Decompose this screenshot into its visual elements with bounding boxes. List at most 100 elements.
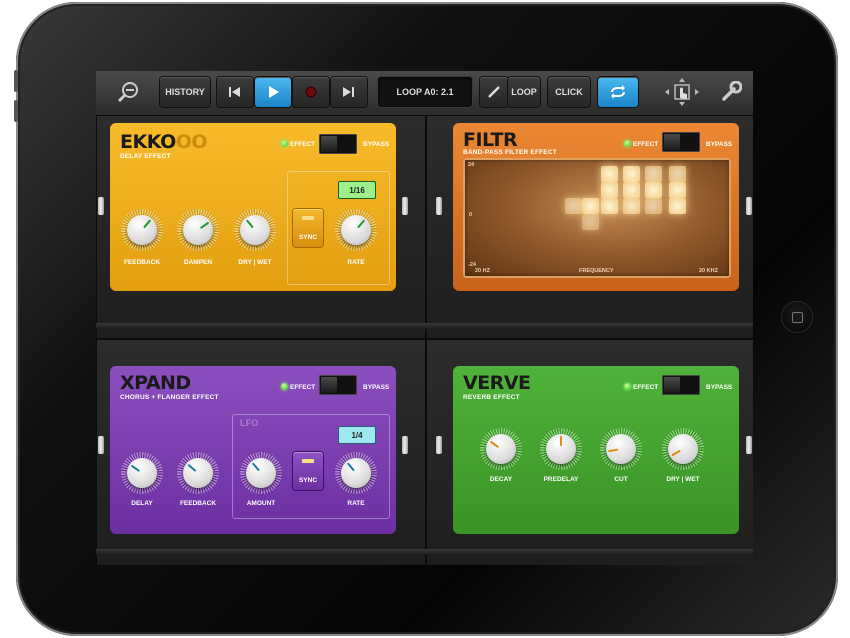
rate-knob[interactable] — [335, 209, 377, 251]
dry-wet-label: DRY | WET — [238, 259, 272, 266]
volume-up-button — [14, 100, 18, 122]
filter-cell[interactable] — [645, 182, 662, 198]
delay-label: DELAY — [131, 500, 153, 507]
xpand-chorus-panel: XPAND CHORUS + FLANGER EFFECT EFFECT BYP… — [110, 366, 396, 534]
y-axis-mid: 0 — [469, 212, 473, 218]
filter-cell[interactable] — [623, 166, 640, 182]
dry-wet-knob[interactable] — [662, 428, 704, 470]
record-icon — [305, 86, 317, 98]
hand-pan-icon — [665, 78, 699, 106]
feedback-label: FEEDBACK — [179, 500, 217, 507]
knob-cap — [183, 215, 213, 245]
decay-knob[interactable] — [480, 428, 522, 470]
effect-led — [624, 140, 631, 147]
rewind-button[interactable] — [217, 77, 253, 107]
filter-cell[interactable] — [601, 198, 618, 214]
filter-cell[interactable] — [669, 166, 686, 182]
knob-cap — [246, 458, 276, 488]
x-axis-left: 20 HZ — [475, 268, 490, 274]
rack-bolt — [402, 436, 408, 454]
bypass-switch[interactable] — [662, 375, 700, 395]
xpand-subtitle: CHORUS + FLANGER EFFECT — [120, 394, 219, 401]
filter-cell[interactable] — [582, 214, 599, 230]
knob-cap — [183, 458, 213, 488]
filter-cell[interactable] — [601, 166, 618, 182]
knob-cap — [240, 215, 270, 245]
ekko-subtitle: DELAY EFFECT — [120, 153, 171, 160]
bypass-switch[interactable] — [319, 375, 357, 395]
feedback-knob[interactable] — [121, 209, 163, 251]
repeat-icon — [611, 85, 625, 99]
predelay-knob[interactable] — [540, 428, 582, 470]
x-axis-center: FREQUENCY — [579, 268, 614, 274]
bypass-switch[interactable] — [662, 132, 700, 152]
filter-cell[interactable] — [669, 182, 686, 198]
skip-forward-button[interactable] — [331, 77, 367, 107]
amount-knob[interactable] — [240, 452, 282, 494]
effect-label: EFFECT — [290, 384, 316, 391]
verve-subtitle: REVERB EFFECT — [463, 394, 520, 401]
click-button[interactable]: CLICK — [548, 77, 590, 107]
settings-button[interactable] — [716, 77, 746, 107]
knob-cap — [127, 458, 157, 488]
pan-button[interactable] — [662, 77, 702, 107]
knob-cap — [668, 434, 698, 464]
effect-led — [624, 383, 631, 390]
record-button[interactable] — [293, 77, 329, 107]
rack-rail — [96, 323, 753, 329]
filtr-subtitle: BAND-PASS FILTER EFFECT — [463, 149, 557, 156]
knob-cap — [486, 434, 516, 464]
feedback-knob[interactable] — [177, 452, 219, 494]
filter-cell[interactable] — [669, 198, 686, 214]
knob-indicator — [560, 436, 562, 446]
x-axis-right: 20 KHZ — [699, 268, 718, 274]
wrench-icon — [722, 81, 742, 101]
history-button[interactable]: HISTORY — [160, 77, 210, 107]
rack-bolt — [402, 197, 408, 215]
search-icon — [117, 82, 138, 103]
effect-label: EFFECT — [290, 141, 316, 148]
skip-back-icon — [229, 87, 240, 97]
rate-knob[interactable] — [335, 452, 377, 494]
ekko-delay-panel: EKKOOO DELAY EFFECT EFFECT BYPASS 1/16 S… — [110, 123, 396, 291]
delay-knob[interactable] — [121, 452, 163, 494]
pencil-button[interactable] — [480, 77, 508, 107]
filter-cell[interactable] — [623, 182, 640, 198]
knob-cap — [341, 215, 371, 245]
filtr-filter-panel: FILTR BAND-PASS FILTER EFFECT EFFECT BYP… — [453, 123, 739, 291]
app-screen: HISTORY LOOP A0: 2.1 LOOP CLICK EKKOOO D… — [96, 71, 753, 565]
filter-cell[interactable] — [623, 198, 640, 214]
play-icon — [269, 86, 279, 98]
loop-position-display: LOOP A0: 2.1 — [378, 77, 472, 107]
rate-label: RATE — [347, 500, 365, 507]
dry-wet-label: DRY | WET — [666, 476, 700, 483]
dampen-knob[interactable] — [177, 209, 219, 251]
play-button[interactable] — [255, 77, 291, 107]
decay-label: DECAY — [489, 476, 513, 483]
filter-graph[interactable]: 24 0 -24 20 HZ FREQUENCY 20 KHZ — [463, 158, 731, 278]
sync-button[interactable]: SYNC — [293, 209, 323, 247]
rack-bolt — [746, 436, 752, 454]
filter-cell[interactable] — [565, 198, 582, 214]
rate-label: RATE — [347, 259, 365, 266]
cut-knob[interactable] — [600, 428, 642, 470]
loop-toggle-button[interactable] — [598, 77, 638, 107]
zoom-button[interactable] — [108, 77, 148, 107]
filter-cell[interactable] — [601, 182, 618, 198]
home-button[interactable] — [782, 302, 812, 332]
rate-display: 1/4 — [338, 426, 376, 444]
bypass-switch[interactable] — [319, 134, 357, 154]
amount-label: AMOUNT — [246, 500, 276, 507]
dry-wet-knob[interactable] — [234, 209, 276, 251]
sync-button[interactable]: SYNC — [293, 452, 323, 490]
effect-label: EFFECT — [633, 384, 659, 391]
rack-bolt — [436, 436, 442, 454]
predelay-label: PREDELAY — [543, 476, 579, 483]
filter-cell[interactable] — [582, 198, 599, 214]
filter-cell[interactable] — [645, 166, 662, 182]
pencil-icon — [488, 86, 500, 98]
filter-cell[interactable] — [645, 198, 662, 214]
filtr-title: FILTR — [463, 129, 518, 151]
loop-button[interactable]: LOOP — [508, 77, 540, 107]
mute-switch — [14, 70, 18, 92]
